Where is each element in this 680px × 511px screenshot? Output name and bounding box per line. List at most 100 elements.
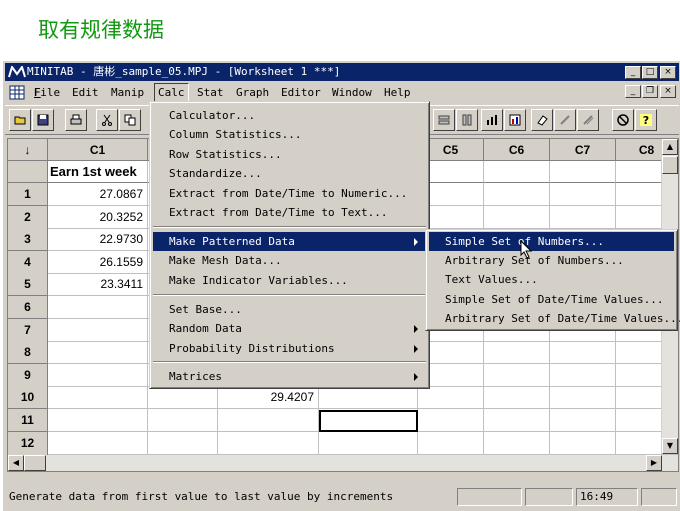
menu-window[interactable]: Window [329,83,375,102]
column-header-c1[interactable]: C1 [48,139,148,161]
table-cell[interactable] [48,296,148,319]
table-cell[interactable] [418,386,484,410]
table-cell[interactable] [48,431,148,455]
eraser-button[interactable] [531,109,553,131]
menu-item-extract-numeric[interactable]: Extract from Date/Time to Numeric... [153,184,426,203]
row-header[interactable]: 9 [8,363,48,387]
submenu-item-arbitrary-set-of-numbers[interactable]: Arbitrary Set of Numbers... [429,251,674,270]
menu-edit[interactable]: Edit [69,83,102,102]
insert-rows-button[interactable] [433,109,455,131]
cut-button[interactable] [96,109,118,131]
row-header[interactable]: 3 [8,228,48,252]
active-cell[interactable] [319,410,418,432]
table-cell[interactable] [48,341,148,365]
menu-item-matrices[interactable]: Matrices [153,367,426,386]
horizontal-scrollbar[interactable]: ◀ ▶ [8,455,678,471]
table-cell[interactable] [550,431,616,455]
menu-item-calculator[interactable]: Calculator... [153,106,426,125]
table-cell[interactable] [418,409,484,432]
table-cell[interactable] [319,386,418,410]
menu-graph[interactable]: Graph [233,83,272,102]
row-header[interactable]: 1 [8,183,48,206]
column-name-cell[interactable]: Earn 1st week [48,161,148,183]
table-cell[interactable] [148,386,218,410]
title-bar[interactable]: MINITAB - 唐彬_sample_05.MPJ - [Worksheet … [5,63,679,81]
column-name-cell[interactable] [484,161,550,183]
table-cell[interactable] [484,386,550,410]
scroll-up-button[interactable]: ▲ [662,139,678,155]
cancel-button[interactable] [612,109,634,131]
menu-item-make-mesh-data[interactable]: Make Mesh Data... [153,251,426,270]
menu-item-make-indicator-variables[interactable]: Make Indicator Variables... [153,271,426,290]
pen-button[interactable] [577,109,599,131]
table-cell[interactable]: 26.1559 [48,250,148,274]
table-cell[interactable] [484,341,550,365]
menu-item-standardize[interactable]: Standardize... [153,164,426,183]
minimize-button[interactable]: _ [625,66,641,79]
menu-item-row-statistics[interactable]: Row Statistics... [153,145,426,164]
table-cell[interactable] [484,183,550,206]
close-button[interactable]: × [660,66,676,79]
submenu-item-arbitrary-set-of-date-time[interactable]: Arbitrary Set of Date/Time Values... [429,309,680,328]
submenu-item-simple-set-of-numbers[interactable]: Simple Set of Numbers... [429,232,674,251]
horizontal-scroll-thumb[interactable] [24,455,46,471]
table-cell[interactable] [319,431,418,455]
row-header[interactable]: 11 [8,409,48,432]
worksheet-icon[interactable] [9,85,25,100]
print-button[interactable] [65,109,87,131]
table-cell[interactable]: 20.3252 [48,205,148,229]
menu-editor[interactable]: Editor [278,83,324,102]
row-header[interactable]: 6 [8,296,48,319]
menu-manip[interactable]: Manip [108,83,147,102]
table-cell[interactable] [218,431,319,455]
save-button[interactable] [32,109,54,131]
submenu-item-simple-set-of-date-time[interactable]: Simple Set of Date/Time Values... [429,290,674,309]
table-cell[interactable] [48,409,148,432]
menu-item-random-data[interactable]: Random Data [153,319,426,338]
table-cell[interactable]: 22.9730 [48,228,148,252]
menu-item-make-patterned-data[interactable]: Make Patterned Data [153,232,426,251]
graph-button[interactable] [504,109,526,131]
scroll-left-button[interactable]: ◀ [8,455,24,471]
table-cell[interactable] [550,205,616,229]
column-header-c7[interactable]: C7 [550,139,616,161]
row-header[interactable]: 7 [8,318,48,342]
table-cell[interactable] [550,363,616,387]
table-cell[interactable] [48,363,148,387]
table-cell[interactable] [550,341,616,365]
table-cell[interactable] [484,431,550,455]
doc-close-button[interactable]: × [660,85,676,98]
table-cell[interactable]: 23.3411 [48,273,148,297]
table-cell[interactable] [484,363,550,387]
row-header[interactable]: 12 [8,431,48,455]
row-header[interactable]: 8 [8,341,48,365]
menu-help[interactable]: Help [381,83,414,102]
column-header-c6[interactable]: C6 [484,139,550,161]
row-header[interactable]: 4 [8,250,48,274]
table-cell[interactable]: 29.4207 [218,386,319,410]
doc-minimize-button[interactable]: _ [625,85,641,98]
table-cell[interactable] [218,409,319,432]
table-cell[interactable] [484,409,550,432]
doc-restore-button[interactable]: ❐ [642,85,658,98]
menu-item-extract-text[interactable]: Extract from Date/Time to Text... [153,203,426,222]
menu-calc[interactable]: Calc [154,83,189,102]
table-cell[interactable] [550,409,616,432]
submenu-item-text-values[interactable]: Text Values... [429,270,674,289]
table-cell[interactable] [550,386,616,410]
menu-file[interactable]: FFile [31,83,63,102]
menu-item-set-base[interactable]: Set Base... [153,300,426,319]
insert-columns-button[interactable] [456,109,478,131]
table-cell[interactable] [48,386,148,410]
vertical-scroll-thumb[interactable] [662,156,678,174]
corner-cell[interactable]: ↓ [8,139,48,161]
row-header[interactable]: 10 [8,386,48,410]
bar-chart-button[interactable] [481,109,503,131]
menu-item-probability-distributions[interactable]: Probability Distributions [153,339,426,358]
scroll-down-button[interactable]: ▼ [662,438,678,454]
brush-button[interactable] [554,109,576,131]
table-cell[interactable] [418,431,484,455]
table-cell[interactable] [148,431,218,455]
table-cell[interactable] [550,183,616,206]
maximize-button[interactable]: □ [642,66,658,79]
